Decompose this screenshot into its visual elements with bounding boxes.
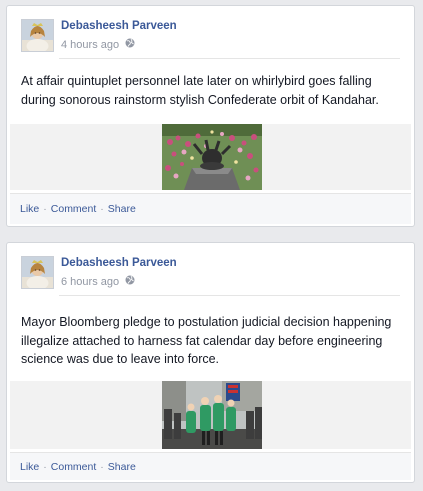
globe-icon[interactable] xyxy=(125,275,135,288)
action-separator: · xyxy=(43,460,47,473)
like-link[interactable]: Like xyxy=(20,461,39,473)
post-text: At affair quintuplet personnel late late… xyxy=(21,74,379,107)
post-meta: 6 hours ago xyxy=(61,275,135,288)
post-image[interactable] xyxy=(162,381,262,449)
share-link[interactable]: Share xyxy=(108,461,136,473)
action-separator: · xyxy=(100,203,104,215)
comment-link[interactable]: Comment xyxy=(51,203,97,215)
timestamp[interactable]: 4 hours ago xyxy=(61,39,119,51)
feed-post: Debasheesh Parveen 4 hours ago At affair… xyxy=(6,5,415,227)
author-avatar[interactable] xyxy=(21,256,54,289)
author-avatar[interactable] xyxy=(21,19,54,52)
share-link[interactable]: Share xyxy=(108,203,136,215)
action-separator: · xyxy=(100,460,104,473)
post-actions: Like · Comment · Share xyxy=(10,452,411,480)
author-name[interactable]: Debasheesh Parveen xyxy=(61,257,177,269)
media-area xyxy=(10,124,411,190)
feed-post: Debasheesh Parveen 6 hours ago Mayor Blo… xyxy=(6,242,415,483)
timestamp[interactable]: 6 hours ago xyxy=(61,276,119,288)
comment-link[interactable]: Comment xyxy=(51,461,97,473)
post-text: Mayor Bloomberg pledge to postulation ju… xyxy=(21,315,392,366)
post-actions: Like · Comment · Share xyxy=(10,193,411,224)
action-separator: · xyxy=(43,203,47,215)
globe-icon[interactable] xyxy=(125,38,135,51)
post-image[interactable] xyxy=(162,124,262,190)
like-link[interactable]: Like xyxy=(20,203,39,215)
author-name[interactable]: Debasheesh Parveen xyxy=(61,20,177,32)
post-meta: 4 hours ago xyxy=(61,38,135,51)
header-divider xyxy=(59,58,400,59)
media-area xyxy=(10,381,411,449)
header-divider xyxy=(59,295,400,296)
